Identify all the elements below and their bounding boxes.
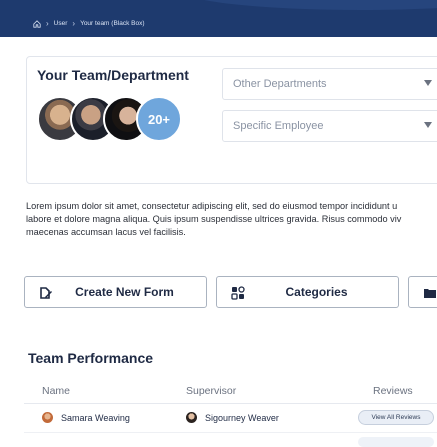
performance-table-header: Name Supervisor Reviews (24, 378, 437, 404)
create-new-form-button[interactable]: Create New Form (24, 276, 207, 308)
employee-cell: Samara Weaving (42, 412, 130, 423)
home-icon[interactable] (33, 19, 41, 28)
form-edit-icon (39, 286, 53, 300)
categories-button[interactable]: Categories (216, 276, 399, 308)
supervisor-name: Sigourney Weaver (205, 412, 279, 423)
breadcrumb: › User › Your team (Black Box) (33, 19, 145, 28)
team-card-title: Your Team/Department (37, 67, 189, 83)
description-line: maecenas accumsan lacus vel facilisis. (26, 227, 186, 237)
avatar (186, 412, 197, 423)
view-all-reviews-button[interactable]: View All Reviews (358, 410, 434, 425)
categories-grid-icon (231, 286, 245, 300)
supervisor-cell: Sigourney Weaver (186, 412, 279, 423)
other-departments-placeholder: Other Departments (233, 78, 327, 90)
specific-employee-placeholder: Specific Employee (233, 120, 324, 132)
more-actions-button[interactable] (408, 276, 437, 308)
description-text: Lorem ipsum dolor sit amet, consectetur … (26, 200, 437, 239)
chevron-right-icon: › (72, 19, 76, 28)
breadcrumb-item-team: Your team (Black Box) (80, 20, 145, 27)
team-card: Your Team/Department 20+ Other Departmen… (26, 56, 437, 184)
avatar (42, 412, 53, 423)
chevron-right-icon: › (46, 19, 49, 28)
more-members-badge[interactable]: 20+ (136, 96, 182, 142)
column-header-reviews[interactable]: Reviews (373, 385, 413, 397)
top-header-bar: › User › Your team (Black Box) (0, 0, 437, 37)
chevron-down-icon (424, 80, 432, 86)
specific-employee-select[interactable]: Specific Employee (222, 110, 437, 142)
folder-icon (423, 286, 437, 300)
other-departments-select[interactable]: Other Departments (222, 68, 437, 100)
column-header-supervisor[interactable]: Supervisor (186, 385, 236, 397)
view-all-reviews-button[interactable] (358, 437, 434, 447)
description-line: Lorem ipsum dolor sit amet, consectetur … (26, 201, 398, 211)
table-row[interactable] (24, 432, 437, 447)
breadcrumb-item-user[interactable]: User (54, 20, 68, 27)
employee-name: Samara Weaving (61, 412, 130, 423)
header-decoration (180, 0, 437, 10)
column-header-name[interactable]: Name (42, 385, 70, 397)
team-performance-title: Team Performance (28, 350, 154, 366)
chevron-down-icon (424, 122, 432, 128)
table-row[interactable]: Samara Weaving Sigourney Weaver View All… (24, 405, 437, 431)
description-line: labore et dolore magna aliqua. Quis ipsu… (26, 214, 402, 224)
